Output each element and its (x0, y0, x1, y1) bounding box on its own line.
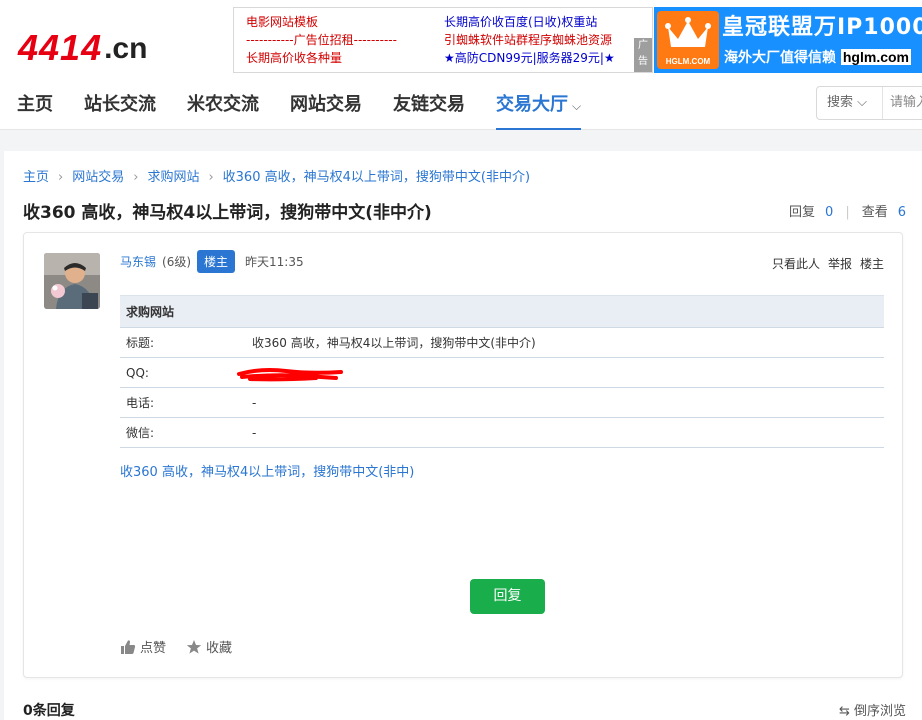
listing-info-table: 求购网站 标题: 收360 高收，神马权4以上带词，搜狗带中文(非中介) QQ:… (120, 295, 884, 448)
row-value: - (252, 417, 884, 448)
nav-item-trade-hall[interactable]: 交易大厅 ⌵ (496, 92, 582, 130)
table-title: 求购网站 (120, 295, 884, 328)
search-input[interactable]: 请输入 (883, 87, 922, 119)
like-label: 点赞 (140, 641, 167, 656)
table-row: 标题: 收360 高收，神马权4以上带词，搜狗带中文(非中介) (120, 327, 884, 358)
ad-link[interactable]: 引蜘蛛软件站群程序蜘蛛池资源 (444, 31, 615, 49)
chevron-down-icon: ⌵ (857, 95, 868, 110)
ad-link[interactable]: ★高防CDN99元|服务器29元|★ (444, 49, 615, 67)
text-ad-banner[interactable]: 电影网站模板 -----------广告位招租---------- 长期高价收各… (233, 7, 653, 73)
ad-tag: 广告 (634, 38, 652, 72)
chevron-right-icon: › (58, 170, 64, 185)
row-key: 标题: (120, 327, 252, 358)
table-row: 电话: - (120, 387, 884, 418)
post-actions: 只看此人 举报 楼主 (764, 255, 884, 272)
logo-suffix: .cn (104, 32, 148, 65)
thread-page: 主页 › 网站交易 › 求购网站 › 收360 高收，神马权4以上带词，搜狗带中文(非中介)… (4, 151, 922, 720)
favorite-label: 收藏 (206, 641, 233, 656)
ad-column-left: 电影网站模板 -----------广告位招租---------- 长期高价收各… (246, 13, 397, 67)
breadcrumb-site-trade[interactable]: 网站交易 (72, 170, 124, 185)
post-footer: 点赞 收藏 (120, 637, 252, 656)
row-key: QQ: (120, 357, 252, 388)
breadcrumb: 主页 › 网站交易 › 求购网站 › 收360 高收，神马权4以上带词，搜狗带中文(非中介) (23, 166, 530, 185)
view-count-label: 查看 (861, 205, 888, 220)
nav-item-link-trade[interactable]: 友链交易 (393, 92, 465, 130)
ad-link[interactable]: 长期高价收各种量 (246, 49, 397, 67)
like-button[interactable]: 点赞 (120, 637, 166, 656)
sort-toggle[interactable]: ⇆ 倒序浏览 (839, 700, 906, 719)
reply-count-heading: 0条回复 (23, 703, 75, 719)
op-badge: 楼主 (197, 250, 236, 273)
crown-logo: HGLM.COM (657, 11, 719, 69)
post-card: 马东锡 (6级) 楼主 昨天11:35 只看此人 举报 楼主 求购网站 标题: 收3… (23, 232, 903, 678)
row-key: 微信: (120, 417, 252, 448)
table-header-row: 求购网站 (120, 295, 884, 328)
report-link[interactable]: 举报 (828, 257, 852, 271)
stats-divider: | (845, 205, 850, 220)
view-count: 6 (897, 205, 906, 220)
nav-item-domain[interactable]: 米农交流 (187, 92, 259, 130)
nav-item-site-trade[interactable]: 网站交易 (290, 92, 362, 130)
crown-brand: HGLM.COM (665, 57, 711, 66)
ad-subline-text: 海外大厂值得信赖 (724, 50, 836, 66)
logo-mark: 4414 (18, 27, 103, 68)
ad-domain: hglm.com (840, 49, 911, 65)
row-value: - (252, 387, 884, 418)
star-icon (186, 639, 202, 654)
redaction-scribble (237, 368, 343, 382)
only-this-user-link[interactable]: 只看此人 (772, 257, 820, 271)
search-box: 搜索 ⌵请输入 (816, 86, 922, 120)
ad-headline: 皇冠联盟万IP1000 (722, 15, 922, 40)
chevron-right-icon: › (133, 170, 139, 185)
row-value-redacted (237, 357, 884, 388)
ad-subline: 海外大厂值得信赖 hglm.com (724, 47, 911, 67)
thread-stats: 回复 0 | 查看 6 (789, 201, 906, 220)
image-ad-banner[interactable]: HGLM.COM 皇冠联盟万IP1000 海外大厂值得信赖 hglm.com (654, 7, 922, 73)
author-line: 马东锡 (6级) 楼主 昨天11:35 (120, 250, 304, 273)
site-header: 4414 .cn 电影网站模板 -----------广告位招租--------… (0, 0, 922, 130)
ad-column-right: 长期高价收百度(日收)权重站 引蜘蛛软件站群程序蜘蛛池资源 ★高防CDN99元|… (444, 13, 615, 67)
ad-link[interactable]: 电影网站模板 (246, 13, 397, 31)
table-row: 微信: - (120, 417, 884, 448)
nav-item-webmaster[interactable]: 站长交流 (84, 92, 156, 130)
breadcrumb-buy-site[interactable]: 求购网站 (147, 170, 199, 185)
post-time: 昨天11:35 (245, 255, 304, 269)
author-name[interactable]: 马东锡 (120, 253, 156, 270)
chevron-right-icon: › (208, 170, 214, 185)
avatar[interactable] (44, 253, 100, 309)
author-level: (6级) (162, 255, 192, 269)
avatar-image (44, 253, 100, 309)
table-row: QQ: (120, 357, 884, 388)
sort-label: 倒序浏览 (853, 704, 906, 719)
reply-count: 0 (825, 205, 834, 220)
breadcrumb-current[interactable]: 收360 高收，神马权4以上带词，搜狗带中文(非中介) (223, 170, 530, 185)
page-title: 收360 高收，神马权4以上带词，搜狗带中文(非中介) (23, 203, 432, 223)
reply-count-label: 回复 (789, 205, 816, 220)
breadcrumb-home[interactable]: 主页 (23, 170, 49, 185)
search-type-select[interactable]: 搜索 ⌵ (817, 87, 883, 119)
main-nav: 主页 站长交流 米农交流 网站交易 友链交易 交易大厅 ⌵ (0, 92, 595, 130)
nav-item-label: 交易大厅 (496, 94, 568, 115)
sort-icon: ⇆ (838, 704, 850, 719)
row-key: 电话: (120, 387, 252, 418)
nav-item-home[interactable]: 主页 (17, 92, 53, 130)
site-logo[interactable]: 4414 .cn (18, 26, 147, 66)
ad-link[interactable]: -----------广告位招租---------- (246, 31, 397, 49)
favorite-button[interactable]: 收藏 (186, 637, 232, 656)
post-description-link[interactable]: 收360 高收，神马权4以上带词，搜狗带中文(非中) (120, 461, 414, 480)
chevron-down-icon: ⌵ (572, 99, 582, 113)
ad-link[interactable]: 长期高价收百度(日收)权重站 (444, 13, 615, 31)
reply-button[interactable]: 回复 (470, 579, 545, 614)
search-type-label: 搜索 (827, 95, 854, 110)
row-value: 收360 高收，神马权4以上带词，搜狗带中文(非中介) (252, 327, 884, 358)
thumbs-up-icon (121, 639, 136, 654)
crown-icon (665, 17, 711, 47)
floor-label: 楼主 (859, 257, 884, 271)
